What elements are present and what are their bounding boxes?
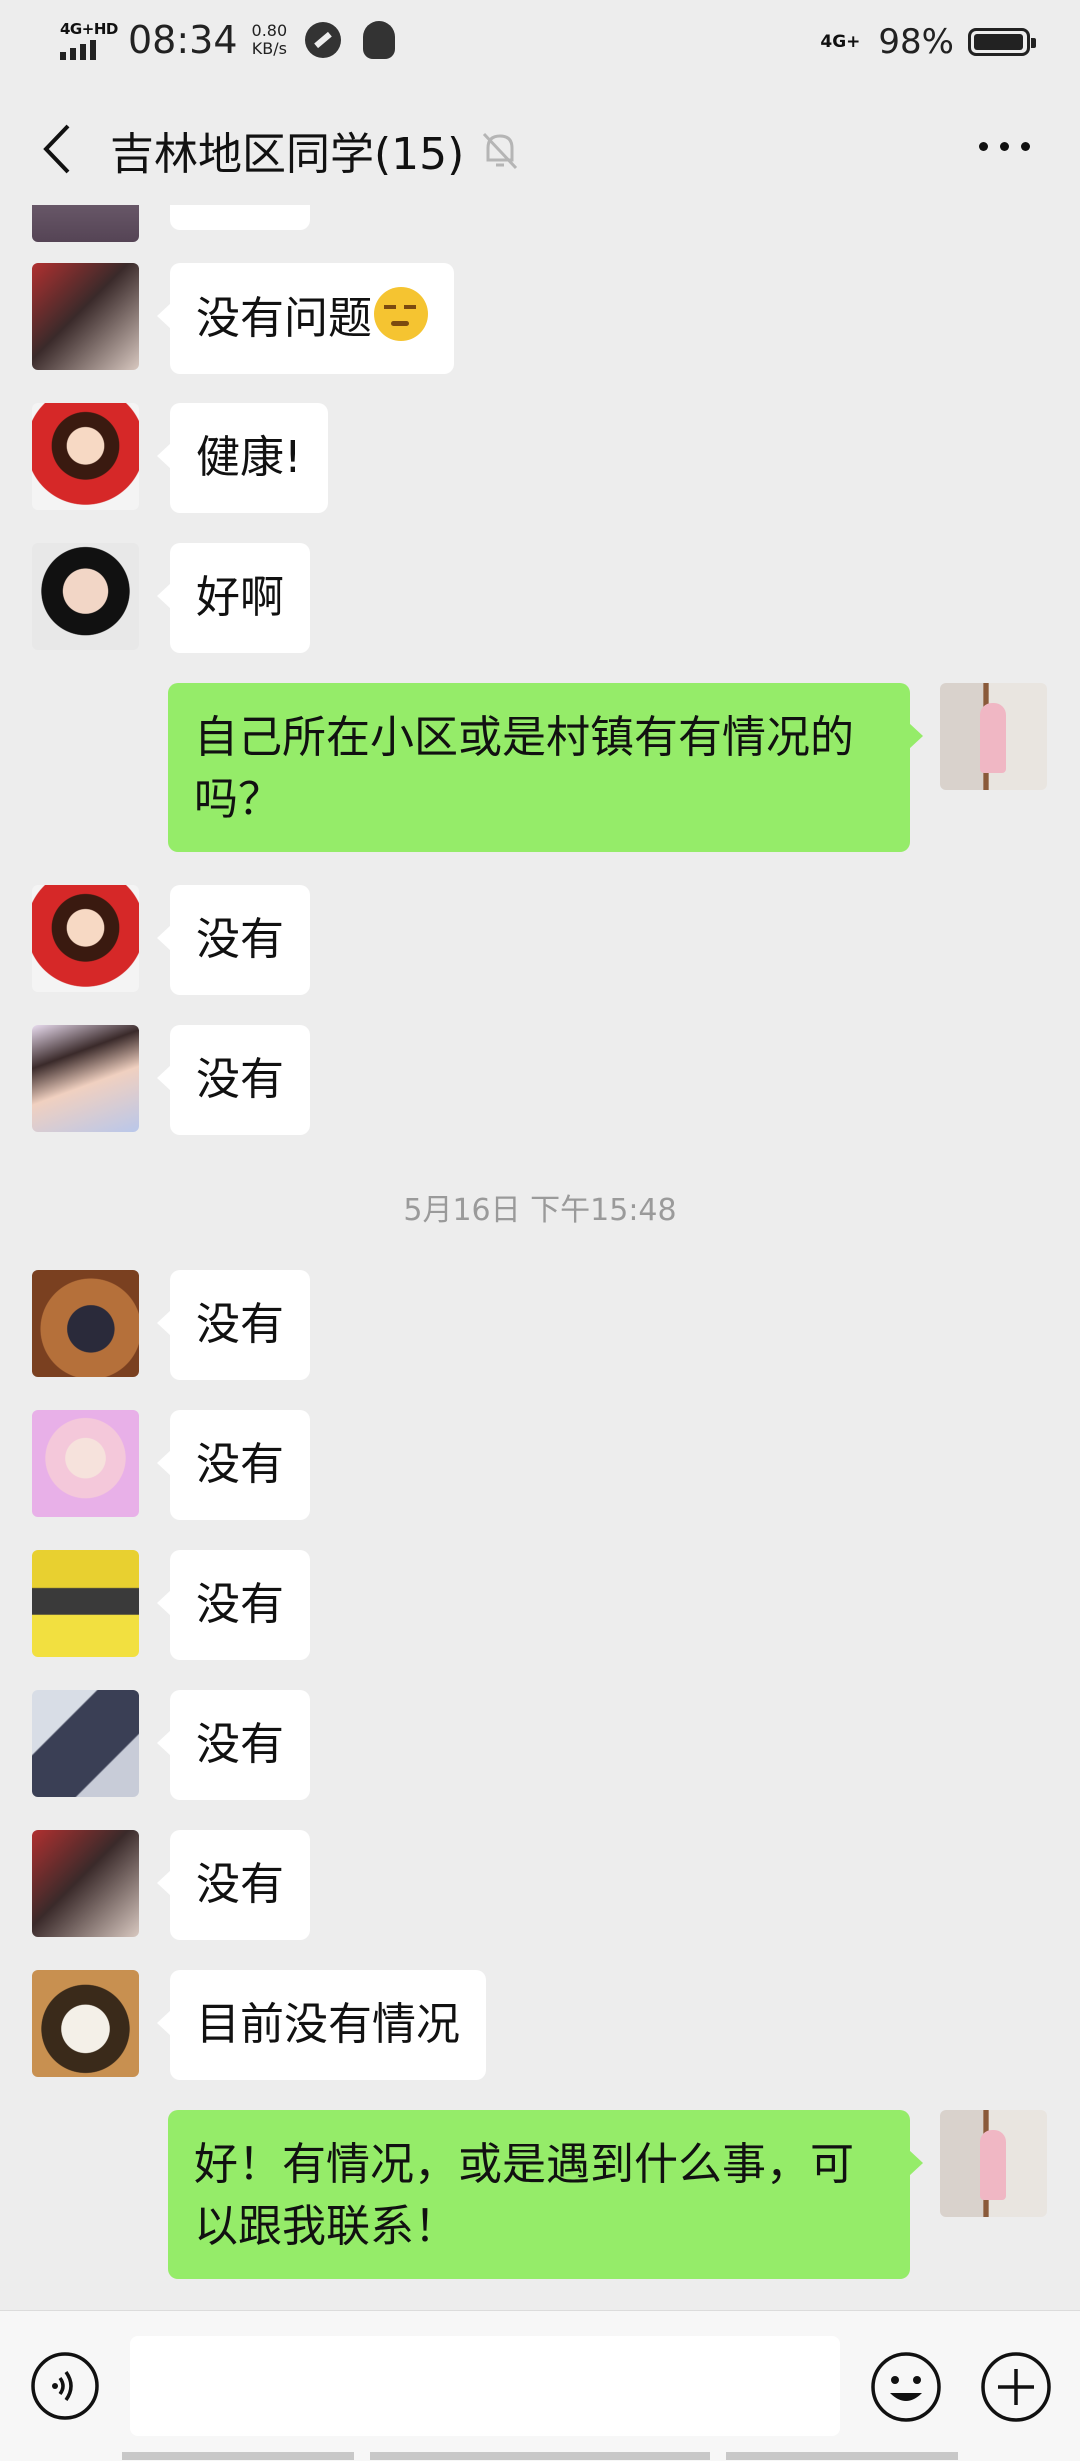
speed-value: 0.80 — [251, 21, 288, 40]
cell-signal-icon: 4G+HD — [58, 20, 118, 60]
message-bubble[interactable]: 没有问题 — [157, 263, 454, 374]
notification-app-icon — [305, 22, 342, 58]
speed-unit: KB/s — [251, 39, 287, 58]
plus-circle-icon[interactable] — [980, 2351, 1052, 2423]
more-dots-icon[interactable] — [979, 142, 1030, 151]
nav-hint — [726, 2452, 958, 2460]
message-bubble[interactable]: 没有 — [157, 1550, 310, 1660]
avatar[interactable] — [32, 403, 139, 510]
avatar[interactable] — [32, 1830, 139, 1937]
avatar[interactable] — [32, 1025, 139, 1132]
bell-off-icon — [482, 132, 518, 170]
status-time: 08:34 — [128, 18, 238, 62]
message-bubble[interactable]: 没有 — [157, 1690, 310, 1800]
network-type-right: 4G+ — [820, 32, 861, 52]
message-bubble[interactable]: 好啊 — [157, 543, 310, 653]
qq-icon — [363, 21, 396, 59]
message-bubble[interactable]: 没有 — [157, 1270, 310, 1380]
emoji-face-icon[interactable] — [870, 2351, 942, 2423]
chat-header: 吉林地区同学(15) — [0, 86, 1080, 216]
network-type-left: 4G+HD — [60, 20, 118, 38]
message-bubble[interactable]: 没有 — [157, 1410, 310, 1520]
chat-timestamp: 5月16日 下午15:48 — [403, 1193, 677, 1228]
message-bubble-self[interactable]: 自己所在小区或是村镇有有情况的吗？ — [168, 683, 923, 852]
network-speed: 0.80 KB/s — [252, 22, 288, 58]
chevron-left-icon[interactable] — [38, 122, 78, 176]
message-input[interactable] — [130, 2336, 840, 2436]
avatar[interactable] — [32, 1550, 139, 1657]
chat-title: 吉林地区同学(15) — [110, 129, 465, 180]
avatar[interactable] — [32, 263, 139, 370]
message-bubble-self[interactable]: 好！有情况，或是遇到什么事，可以跟我联系！ — [168, 2110, 923, 2279]
message-bubble[interactable]: 目前没有情况 — [157, 1970, 486, 2080]
status-bar: 4G+HD 08:34 0.80 KB/s 4G+ 98% — [0, 0, 1080, 86]
message-bubble-partial[interactable] — [170, 205, 310, 230]
avatar-self[interactable] — [940, 2110, 1047, 2217]
message-bubble[interactable]: 健康! — [157, 403, 328, 513]
avatar[interactable] — [32, 543, 139, 650]
message-bubble[interactable]: 没有 — [157, 885, 310, 995]
avatar[interactable] — [32, 1410, 139, 1517]
avatar[interactable] — [32, 1970, 139, 2077]
message-list[interactable]: 没有问题 健康! 好啊 自己所在小区或是村镇有有情况的吗？ 没有 没有 5月16… — [0, 205, 1080, 2310]
battery-icon — [968, 28, 1036, 56]
avatar[interactable] — [32, 205, 139, 242]
avatar[interactable] — [32, 885, 139, 992]
nav-hint — [370, 2452, 710, 2460]
avatar[interactable] — [32, 1270, 139, 1377]
voice-icon[interactable] — [30, 2351, 100, 2421]
message-bubble[interactable]: 没有 — [157, 1025, 310, 1135]
input-bar — [0, 2310, 1080, 2461]
avatar-self[interactable] — [940, 683, 1047, 790]
avatar[interactable] — [32, 1690, 139, 1797]
nav-hint — [122, 2452, 354, 2460]
smirk-emoji-icon — [374, 287, 428, 341]
battery-percent: 98% — [878, 22, 954, 62]
message-bubble[interactable]: 没有 — [157, 1830, 310, 1940]
